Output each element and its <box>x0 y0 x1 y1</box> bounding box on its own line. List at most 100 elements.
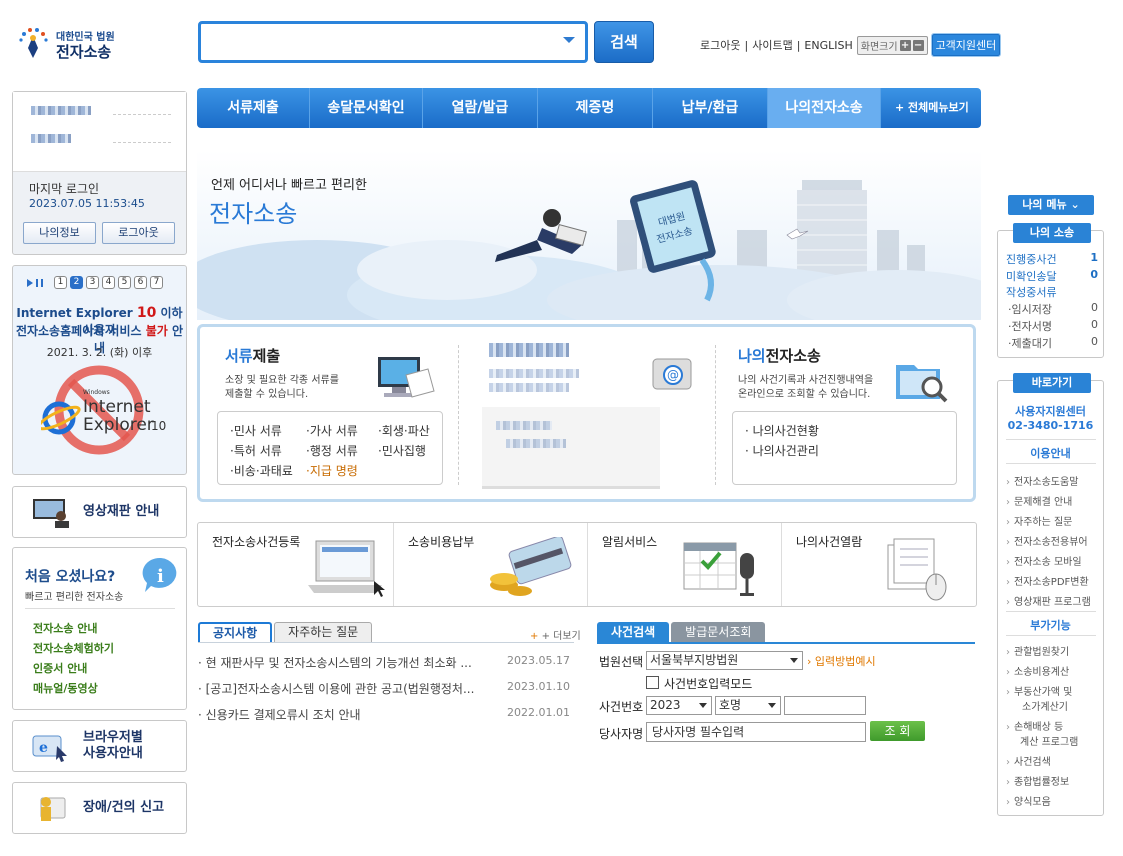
extra-legal-info[interactable]: 종합법률정보 <box>1006 773 1069 788</box>
number-mode-checkbox[interactable] <box>646 676 659 689</box>
ie-notice-banner[interactable]: 1 2 3 4 5 6 7 Internet Explorer 10 이하 사용… <box>12 265 187 475</box>
pager-1[interactable]: 1 <box>54 276 67 289</box>
tab-issued-docs[interactable]: 발급문서조회 <box>671 622 766 643</box>
link-lawsuit-guide[interactable]: 전자소송 안내 <box>33 620 98 636</box>
input-example-link[interactable]: › 입력방법예시 <box>807 653 876 669</box>
submit-civil[interactable]: ·민사 서류 <box>230 422 282 439</box>
dropdown-caret-icon[interactable] <box>563 37 575 43</box>
submit-bankruptcy[interactable]: ·회생·파산 <box>378 422 430 439</box>
case-search-button[interactable]: 조 회 <box>870 721 925 741</box>
notice-row[interactable]: · [공고]전자소송시스템 이용에 관한 공고(법원행정처... 2023.01.… <box>198 680 570 697</box>
tab-faq[interactable]: 자주하는 질문 <box>274 622 373 643</box>
submit-title[interactable]: 서류제출 <box>225 345 280 366</box>
my-lawsuit-title[interactable]: 나의전자소송 <box>738 345 821 366</box>
usage-faq[interactable]: 자주하는 질문 <box>1006 513 1072 528</box>
nav-item-certificate[interactable]: 제증명 <box>538 88 653 128</box>
pager-3[interactable]: 3 <box>86 276 99 289</box>
notice-more-link[interactable]: + + 더보기 <box>530 627 581 642</box>
extra-damages[interactable]: 손해배상 등 <box>1006 718 1063 733</box>
search-button[interactable]: 검색 <box>594 21 654 63</box>
help-center-link[interactable]: 사용자지원센터 <box>998 403 1103 419</box>
year-select[interactable]: 2023 <box>646 696 712 715</box>
court-emblem-icon <box>19 28 48 58</box>
browser-cursor-icon: e <box>32 735 67 762</box>
pager-6[interactable]: 6 <box>134 276 147 289</box>
my-info-button[interactable]: 나의정보 <box>23 222 96 244</box>
font-minus-button[interactable]: − <box>912 39 924 51</box>
notice-row[interactable]: · 신용카드 결제오류시 조치 안내 2022.01.01 <box>198 706 570 723</box>
extra-case-search[interactable]: 사건검색 <box>1006 753 1051 768</box>
link-experience[interactable]: 전자소송체험하기 <box>33 640 114 656</box>
quick-fee-payment[interactable]: 소송비용납부 <box>394 523 588 606</box>
pager-4[interactable]: 4 <box>102 276 115 289</box>
case-type-select[interactable]: 호명 <box>715 696 781 715</box>
link-manual[interactable]: 매뉴얼/동영상 <box>33 680 98 696</box>
my-case-status-link[interactable]: · 나의사건현황 <box>745 422 819 439</box>
video-conference-icon <box>33 499 69 528</box>
site-logo[interactable]: 대한민국 법원 전자소송 <box>14 24 124 64</box>
stat-e-signed[interactable]: ·전자서명 0 <box>1008 318 1098 334</box>
quick-notification[interactable]: 알림서비스 <box>588 523 782 606</box>
case-number-input[interactable] <box>784 696 866 715</box>
error-report-banner[interactable]: 장애/건의 신고 <box>12 782 187 834</box>
nav-item-my-lawsuit[interactable]: 나의전자소송 <box>768 88 881 128</box>
logout-button[interactable]: 로그아웃 <box>102 222 175 244</box>
my-case-manage-link[interactable]: · 나의사건관리 <box>745 442 819 459</box>
extra-fee-calc[interactable]: 소송비용계산 <box>1006 663 1069 678</box>
stat-drafting[interactable]: 작성중서류 <box>1006 284 1057 300</box>
tab-case-search[interactable]: 사건검색 <box>597 622 670 643</box>
submit-civil-exec[interactable]: ·민사집행 <box>378 442 426 459</box>
svg-text:Internet: Internet <box>83 397 151 417</box>
usage-troubleshoot[interactable]: 문제해결 안내 <box>1006 493 1072 508</box>
ie-notice-date: 2021. 3. 2. (화) 이후 <box>46 346 153 359</box>
submit-family[interactable]: ·가사 서류 <box>306 422 358 439</box>
quick-case-register[interactable]: 전자소송사건등록 <box>198 523 394 606</box>
usage-help[interactable]: 전자소송도움말 <box>1006 473 1078 488</box>
my-menu-button[interactable]: 나의 메뉴 ⌄ <box>1008 195 1094 215</box>
sitemap-link[interactable]: 사이트맵 <box>752 37 792 53</box>
notice-row[interactable]: · 현 재판사무 및 전자소송시스템의 기능개선 최소화 ... 2023.05.… <box>198 654 570 671</box>
logout-link[interactable]: 로그아웃 <box>700 37 740 53</box>
submit-admin[interactable]: ·행정 서류 <box>306 442 358 459</box>
video-trial-banner[interactable]: 영상재판 안내 <box>12 486 187 538</box>
submit-patent[interactable]: ·특허 서류 <box>230 442 282 459</box>
stat-unconfirmed[interactable]: 미확인송달 0 <box>1006 268 1098 284</box>
nav-item-submit[interactable]: 서류제출 <box>197 88 310 128</box>
all-menu-link[interactable]: + 전체메뉴보기 <box>881 88 969 128</box>
court-select[interactable]: 서울북부지방법원 <box>646 651 803 670</box>
english-link[interactable]: ENGLISH <box>804 39 852 52</box>
nav-item-view-issue[interactable]: 열람/발급 <box>423 88 538 128</box>
stat-awaiting[interactable]: ·제출대기 0 <box>1008 335 1098 351</box>
search-input[interactable] <box>198 21 588 63</box>
party-label: 당사자명 <box>599 727 644 741</box>
submit-payment-order[interactable]: ·지급 명령 <box>306 462 358 479</box>
usage-pdf[interactable]: 전자소송PDF변환 <box>1006 573 1089 588</box>
submit-noncontentious[interactable]: ·비송·과태료 <box>230 462 293 479</box>
usage-video-program[interactable]: 영상재판 프로그램 <box>1006 593 1091 608</box>
pager-5[interactable]: 5 <box>118 276 131 289</box>
extra-forms[interactable]: 양식모음 <box>1006 793 1051 808</box>
extra-damages-line2[interactable]: 계산 프로그램 <box>1020 733 1078 748</box>
browser-guide-banner[interactable]: e 브라우저별 사용자안내 <box>12 720 187 772</box>
extra-real-estate[interactable]: 부동산가액 및 <box>1006 683 1072 698</box>
extra-court-finder[interactable]: 관할법원찾기 <box>1006 643 1069 658</box>
quick-case-view[interactable]: 나의사건열람 <box>782 523 976 606</box>
stat-in-progress[interactable]: 진행중사건 1 <box>1006 251 1098 267</box>
nav-item-payment[interactable]: 납부/환급 <box>653 88 768 128</box>
tab-notice[interactable]: 공지사항 <box>198 622 273 643</box>
play-icon[interactable] <box>27 278 33 287</box>
pause-icon[interactable] <box>36 278 43 287</box>
number-mode-label: 사건번호입력모드 <box>664 677 753 691</box>
stat-temp-saved[interactable]: ·임시저장 0 <box>1008 301 1098 317</box>
svg-text:@: @ <box>667 368 679 382</box>
pager-2[interactable]: 2 <box>70 276 83 289</box>
nav-item-delivery[interactable]: 송달문서확인 <box>310 88 423 128</box>
pager-7[interactable]: 7 <box>150 276 163 289</box>
usage-mobile[interactable]: 전자소송 모바일 <box>1006 553 1082 568</box>
font-plus-button[interactable]: + <box>899 39 911 51</box>
link-certificate[interactable]: 인증서 안내 <box>33 660 87 676</box>
support-center-link[interactable]: 고객지원센터 <box>930 33 1002 57</box>
usage-viewer[interactable]: 전자소송전용뷰어 <box>1006 533 1088 548</box>
extra-real-estate-line2[interactable]: 소가계산기 <box>1022 698 1068 713</box>
party-name-input[interactable]: 당사자명 필수입력 <box>646 722 866 742</box>
